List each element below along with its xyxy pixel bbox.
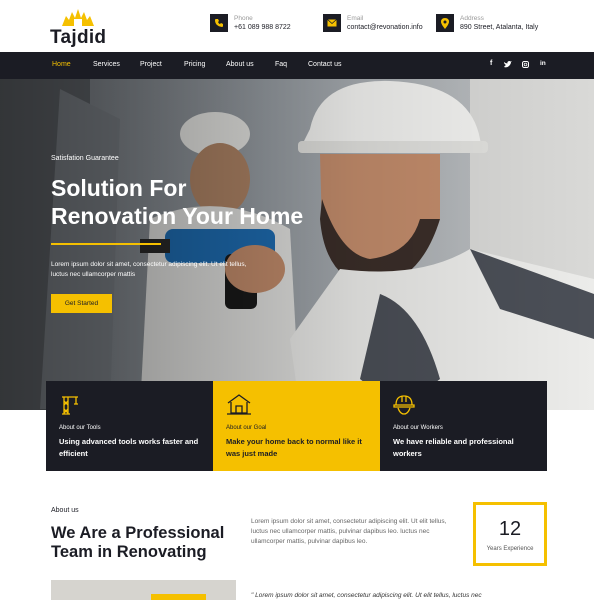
features-strip: About our Tools Using advanced tools wor… — [46, 381, 548, 471]
top-bar: Tajdid Phone +61 089 988 8722 Email cont… — [0, 0, 594, 52]
about-quote: " Lorem ipsum dolor sit amet, consectetu… — [251, 592, 482, 599]
nav-item-pricing[interactable]: Pricing — [184, 61, 205, 68]
feature-card-tools[interactable]: About our Tools Using advanced tools wor… — [46, 381, 213, 471]
contact-value[interactable]: contact@revonation.info — [347, 24, 423, 31]
feature-title: Using advanced tools works faster and ef… — [59, 437, 199, 458]
hero-title: Solution For Renovation Your Home — [51, 174, 371, 230]
contact-value: 890 Street, Atalanta, Italy — [460, 24, 539, 31]
phone-icon — [210, 14, 228, 32]
contact-label: Email — [347, 15, 364, 22]
nav-item-services[interactable]: Services — [93, 61, 120, 68]
feature-label: About our Goal — [226, 425, 267, 431]
feature-title: We have reliable and professional worker… — [393, 437, 514, 458]
logo[interactable]: Tajdid — [50, 8, 110, 48]
instagram-icon[interactable] — [522, 61, 529, 68]
contact-value[interactable]: +61 089 988 8722 — [234, 24, 291, 31]
about-label: About us — [51, 507, 79, 514]
twitter-icon[interactable] — [504, 61, 512, 68]
hero-title-line-2: Renovation Your Home — [51, 203, 304, 229]
hero-section: Satisfation Guarantee Solution For Renov… — [0, 79, 594, 410]
nav-item-faq[interactable]: Faq — [275, 61, 287, 68]
experience-number: 12 — [498, 518, 522, 540]
hero-description: Lorem ipsum dolor sit amet, consectetur … — [51, 261, 247, 278]
brand-name: Tajdid — [50, 27, 107, 48]
linkedin-icon[interactable]: in — [540, 60, 546, 67]
contact-label: Address — [460, 15, 484, 22]
crane-icon — [62, 396, 78, 415]
about-description: Lorem ipsum dolor sit amet, consectetur … — [251, 518, 447, 545]
about-image — [51, 580, 236, 600]
feature-card-workers[interactable]: About our Workers We have reliable and p… — [380, 381, 547, 471]
contact-label: Phone — [234, 15, 253, 22]
nav-item-contact-us[interactable]: Contact us — [308, 61, 341, 68]
hero-eyebrow: Satisfation Guarantee — [51, 155, 119, 162]
nav-item-home[interactable]: Home — [52, 61, 71, 68]
feature-label: About our Tools — [59, 425, 101, 431]
nav-item-project[interactable]: Project — [140, 61, 162, 68]
hero-title-line-1: Solution For — [51, 175, 187, 201]
map-pin-icon — [436, 14, 454, 32]
facebook-icon[interactable]: f — [490, 60, 492, 67]
main-navigation: Home Services Project Pricing About us F… — [0, 52, 594, 79]
nav-item-about-us[interactable]: About us — [226, 61, 254, 68]
feature-label: About our Workers — [393, 425, 443, 431]
house-icon — [227, 394, 251, 415]
feature-card-goal[interactable]: About our Goal Make your home back to no… — [213, 381, 380, 471]
about-title: We Are a Professional Team in Renovating — [51, 524, 225, 561]
hero-divider — [51, 243, 161, 245]
experience-box: 12 Years Experience — [473, 502, 547, 566]
get-started-button[interactable]: Get Started — [51, 294, 112, 313]
helmet-icon — [393, 395, 415, 415]
feature-title: Make your home back to normal like it wa… — [226, 437, 362, 458]
envelope-icon — [323, 14, 341, 32]
experience-label: Years Experience — [486, 546, 534, 552]
logo-icon — [62, 9, 94, 26]
